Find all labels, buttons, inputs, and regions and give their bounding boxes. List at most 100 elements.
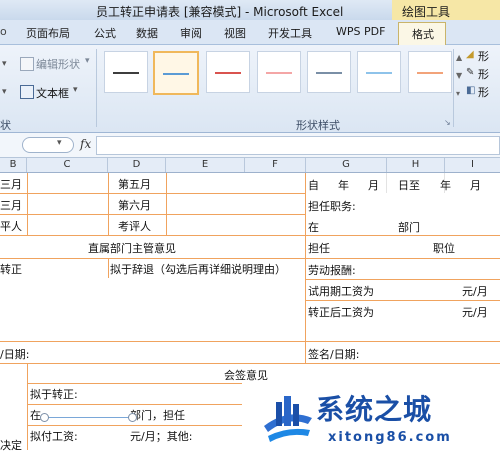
- cell-period-year[interactable]: 年: [338, 177, 349, 193]
- shape-styles-group-label: 形状样式: [296, 119, 340, 132]
- edit-shape-dropdown-icon[interactable]: ▾: [85, 56, 90, 66]
- column-header-h[interactable]: H: [387, 158, 445, 172]
- column-header-f[interactable]: F: [245, 158, 306, 172]
- cell-d-month6[interactable]: 第六月: [118, 197, 151, 213]
- cell-proposed-regular[interactable]: 拟于转正:: [30, 386, 78, 402]
- cell-countersign[interactable]: 会签意见: [224, 367, 268, 383]
- more-styles-icon[interactable]: ▾: [456, 89, 460, 98]
- column-header-d[interactable]: D: [108, 158, 166, 172]
- shape-style-2[interactable]: [153, 51, 199, 95]
- shape-fill-icon[interactable]: ◢: [466, 49, 474, 60]
- tab-developer[interactable]: 开发工具: [268, 25, 312, 41]
- shape-style-7[interactable]: [408, 51, 452, 93]
- edit-shape-icon: [20, 57, 34, 71]
- drawing-tools-context: 绘图工具: [392, 0, 500, 20]
- tab-page-layout[interactable]: 页面布局: [26, 25, 70, 41]
- formula-bar: ▾ fx: [0, 133, 500, 158]
- cell-dept-opinion[interactable]: 直属部门主管意见: [88, 240, 176, 256]
- line-end-handle[interactable]: [128, 413, 137, 422]
- cell-post[interactable]: 职位: [433, 240, 455, 256]
- cell-decision[interactable]: 决定: [0, 437, 22, 453]
- selected-line-shape[interactable]: [44, 417, 132, 418]
- scroll-up-icon[interactable]: ▲: [456, 53, 462, 62]
- cell-period-year2[interactable]: 年: [440, 177, 451, 193]
- column-header-i[interactable]: I: [445, 158, 500, 172]
- style-line: [316, 72, 342, 74]
- border-line: [305, 173, 306, 363]
- cell-dept[interactable]: 部门: [398, 219, 420, 235]
- formula-input[interactable]: [96, 136, 500, 155]
- shape-outline-icon[interactable]: ✎: [466, 67, 474, 78]
- cell-d-month5[interactable]: 第五月: [118, 176, 151, 192]
- shape-fill-button[interactable]: 形: [478, 48, 489, 64]
- column-header-c[interactable]: C: [27, 158, 108, 172]
- name-box[interactable]: ▾: [22, 137, 74, 153]
- column-header-g[interactable]: G: [306, 158, 387, 172]
- group-divider-2: [453, 49, 454, 127]
- border-line: [0, 341, 500, 342]
- cell-at[interactable]: 在: [308, 219, 319, 235]
- dialog-launcher-icon[interactable]: ↘: [444, 118, 451, 127]
- border-line: [108, 173, 109, 235]
- tab-format[interactable]: 格式: [398, 22, 446, 45]
- tab-wps-pdf[interactable]: WPS PDF: [336, 25, 385, 38]
- cell-date[interactable]: /日期:: [0, 346, 29, 362]
- shape-style-1[interactable]: [104, 51, 148, 93]
- cell-proposed-wage[interactable]: 拟付工资:: [30, 428, 78, 444]
- column-header-e[interactable]: E: [166, 158, 245, 172]
- text-box-dropdown-icon[interactable]: ▾: [73, 85, 78, 95]
- dropdown-arrow-icon-2[interactable]: ▾: [2, 87, 7, 97]
- style-line: [163, 73, 189, 75]
- cell-period-month[interactable]: 月: [368, 177, 379, 193]
- cell-b-month3[interactable]: 三月: [0, 176, 22, 192]
- shape-style-4[interactable]: [257, 51, 301, 93]
- edit-shape-button[interactable]: 编辑形状: [36, 56, 80, 72]
- cell-b-month3b[interactable]: 三月: [0, 197, 22, 213]
- cell-period-month2[interactable]: 月: [470, 177, 481, 193]
- window-title: 员工转正申请表 [兼容模式] - Microsoft Excel: [96, 5, 344, 19]
- cell-dismiss[interactable]: 拟于辞退（勾选后再详细说明理由）: [110, 261, 286, 277]
- border-line: [0, 258, 500, 259]
- tab-view[interactable]: 视图: [224, 25, 246, 41]
- cell-d-evaluator[interactable]: 考评人: [118, 218, 151, 234]
- cell-unit-1[interactable]: 元/月: [462, 283, 488, 299]
- border-line: [0, 193, 305, 194]
- tab-data[interactable]: 数据: [136, 25, 158, 41]
- cell-period-from[interactable]: 自: [308, 177, 319, 193]
- cell-wage-unit[interactable]: 元/月；其他:: [130, 428, 192, 444]
- tab-review[interactable]: 审阅: [180, 25, 202, 41]
- shape-style-3[interactable]: [206, 51, 250, 93]
- insert-shapes-group-label: 状: [0, 119, 11, 132]
- name-box-dropdown-icon[interactable]: ▾: [57, 138, 62, 148]
- border-line: [0, 235, 500, 236]
- dropdown-arrow-icon[interactable]: ▾: [2, 59, 7, 69]
- tab-partial[interactable]: o: [0, 25, 7, 38]
- cell-dept-serve[interactable]: 部门，担任: [130, 407, 185, 423]
- shape-effects-icon[interactable]: ◧: [466, 85, 475, 96]
- cell-unit-2[interactable]: 元/月: [462, 304, 488, 320]
- cell-period-to[interactable]: 日至: [398, 177, 420, 193]
- shape-style-5[interactable]: [307, 51, 351, 93]
- shape-style-6[interactable]: [357, 51, 401, 93]
- group-divider: [96, 49, 97, 127]
- scroll-down-icon[interactable]: ▼: [456, 71, 462, 80]
- cell-serve[interactable]: 担任: [308, 240, 330, 256]
- style-line: [215, 72, 241, 74]
- column-headers: B C D E F G H I: [0, 158, 500, 173]
- border-line: [0, 214, 305, 215]
- shape-effects-button[interactable]: 形: [478, 84, 489, 100]
- text-box-button[interactable]: 文本框: [36, 85, 69, 101]
- column-header-b[interactable]: B: [0, 158, 27, 172]
- cell-position-label[interactable]: 担任职务:: [308, 198, 356, 214]
- cell-sign-date[interactable]: 签名/日期:: [308, 346, 359, 362]
- cell-regular[interactable]: 转正: [0, 261, 22, 277]
- cell-b-evaluator[interactable]: 平人: [0, 218, 22, 234]
- cell-probation-wage[interactable]: 试用期工资为: [308, 283, 374, 299]
- cell-salary-label[interactable]: 劳动报酬:: [308, 262, 356, 278]
- fx-icon[interactable]: fx: [80, 137, 91, 151]
- cell-after-wage[interactable]: 转正后工资为: [308, 304, 374, 320]
- border-line: [27, 173, 28, 235]
- shape-outline-button[interactable]: 形: [478, 66, 489, 82]
- tab-formulas[interactable]: 公式: [94, 25, 116, 41]
- line-start-handle[interactable]: [40, 413, 49, 422]
